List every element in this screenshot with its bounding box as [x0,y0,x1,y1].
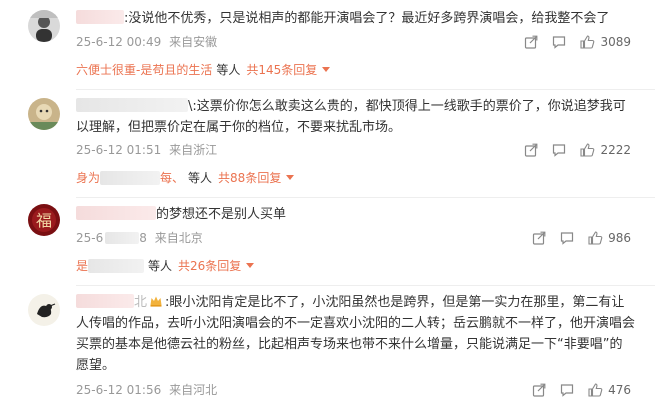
comment-icon [560,231,574,245]
comment-meta: 25-6 8 来自北京 [76,230,203,246]
comment-actions: 3089 [510,34,631,50]
username-redacted [100,171,161,185]
username-redacted [88,259,145,273]
comment-meta: 25-6-12 00:49 来自安徽 [76,34,217,50]
comment-location: 来自河北 [169,383,218,397]
username-redacted[interactable] [76,206,156,220]
comment-icon [552,143,566,157]
username-redacted[interactable] [76,294,134,308]
like-count: 986 [608,231,631,245]
comment-meta: 25-6-12 01:51 来自浙江 [76,142,217,158]
like-button[interactable]: 986 [588,231,631,245]
share-button[interactable] [524,35,538,49]
view-replies-link[interactable]: 共145条回复 [246,63,317,77]
comment-item: \:这票价你怎么敢卖这么贵的，都快顶得上一线歌手的票价了，你说追梦我可以理解，但… [0,90,655,198]
comment-location: 来自安徽 [169,35,218,49]
reply-user-link[interactable]: 六便士很重-是苟且的生活 [76,63,212,77]
share-button[interactable] [532,231,546,245]
comment-actions: 2222 [510,142,631,158]
crown-badge-icon [149,294,163,308]
share-button[interactable] [524,143,538,157]
svg-text:福: 福 [36,211,52,230]
comment-time: 25-6 [76,231,104,245]
comment-time: 8 [139,231,147,245]
comment-text: 的梦想还不是别人买单 [76,204,635,225]
comment-button[interactable] [552,35,566,49]
thumbs-up-icon [588,383,603,397]
comment-item: 福 的梦想还不是别人买单 25-6 8 来自北京 986 是等人 共26条回复 [0,198,655,286]
reply-user-link[interactable]: 身为 [76,171,100,185]
like-button[interactable]: 476 [588,383,631,397]
username-redacted[interactable] [76,10,124,24]
comment-item: :没说他不优秀，只是说相声的都能开演唱会了？最近好多跨界演唱会，给我整不会了 2… [0,0,655,98]
like-button[interactable]: 3089 [580,35,631,49]
comment-actions: 476 [518,382,631,398]
avatar[interactable]: 福 [28,204,60,236]
avatar[interactable] [28,10,60,42]
like-count: 3089 [600,35,631,49]
reply-summary[interactable]: 是等人 共26条回复 [76,254,635,278]
comment-text: \:这票价你怎么敢卖这么贵的，都快顶得上一线歌手的票价了，你说追梦我可以理解，但… [76,98,626,135]
comment-text: :没说他不优秀，只是说相声的都能开演唱会了？最近好多跨界演唱会，给我整不会了 [76,8,635,29]
view-replies-link[interactable]: 共26条回复 [178,259,241,273]
reply-summary[interactable]: 身为 每、 等人 共88条回复 [76,166,635,190]
comment-meta: 25-6-12 01:56 来自河北 [76,382,217,398]
comment-time: 25-6-12 01:56 [76,383,162,397]
share-button[interactable] [532,383,546,397]
share-icon [532,231,546,245]
share-icon [524,143,538,157]
reply-user-link[interactable]: 是 [76,259,88,273]
comment-button[interactable] [560,383,574,397]
thumbs-up-icon [580,143,595,157]
like-count: 2222 [600,143,631,157]
avatar[interactable] [28,294,60,326]
comment-location: 来自浙江 [169,143,218,157]
like-button[interactable]: 2222 [580,143,631,157]
share-icon [532,383,546,397]
view-replies-link[interactable]: 共88条回复 [218,171,281,185]
comment-button[interactable] [560,231,574,245]
comment-actions: 986 [518,230,631,246]
username-redacted[interactable] [76,98,188,112]
thumbs-up-icon [580,35,595,49]
like-count: 476 [608,383,631,397]
chevron-down-icon [246,263,255,268]
comment-time: 25-6-12 01:51 [76,143,162,157]
comment-time: 25-6-12 00:49 [76,35,162,49]
thumbs-up-icon [588,231,603,245]
chevron-down-icon [322,67,331,72]
comment-button[interactable] [552,143,566,157]
comment-icon [560,383,574,397]
comment-item: 北:眼小沈阳肯定是比不了，小沈阳虽然也是跨界，但是第一实力在那里，第二有让人传唱… [0,286,655,406]
share-icon [524,35,538,49]
comment-location: 来自北京 [154,231,203,245]
comment-text: 北:眼小沈阳肯定是比不了，小沈阳虽然也是跨界，但是第一实力在那里，第二有让人传唱… [76,294,636,373]
comment-icon [552,35,566,49]
reply-summary[interactable]: 六便士很重-是苟且的生活 等人 共145条回复 [76,58,635,82]
avatar[interactable] [28,98,60,130]
chevron-down-icon [286,175,295,180]
